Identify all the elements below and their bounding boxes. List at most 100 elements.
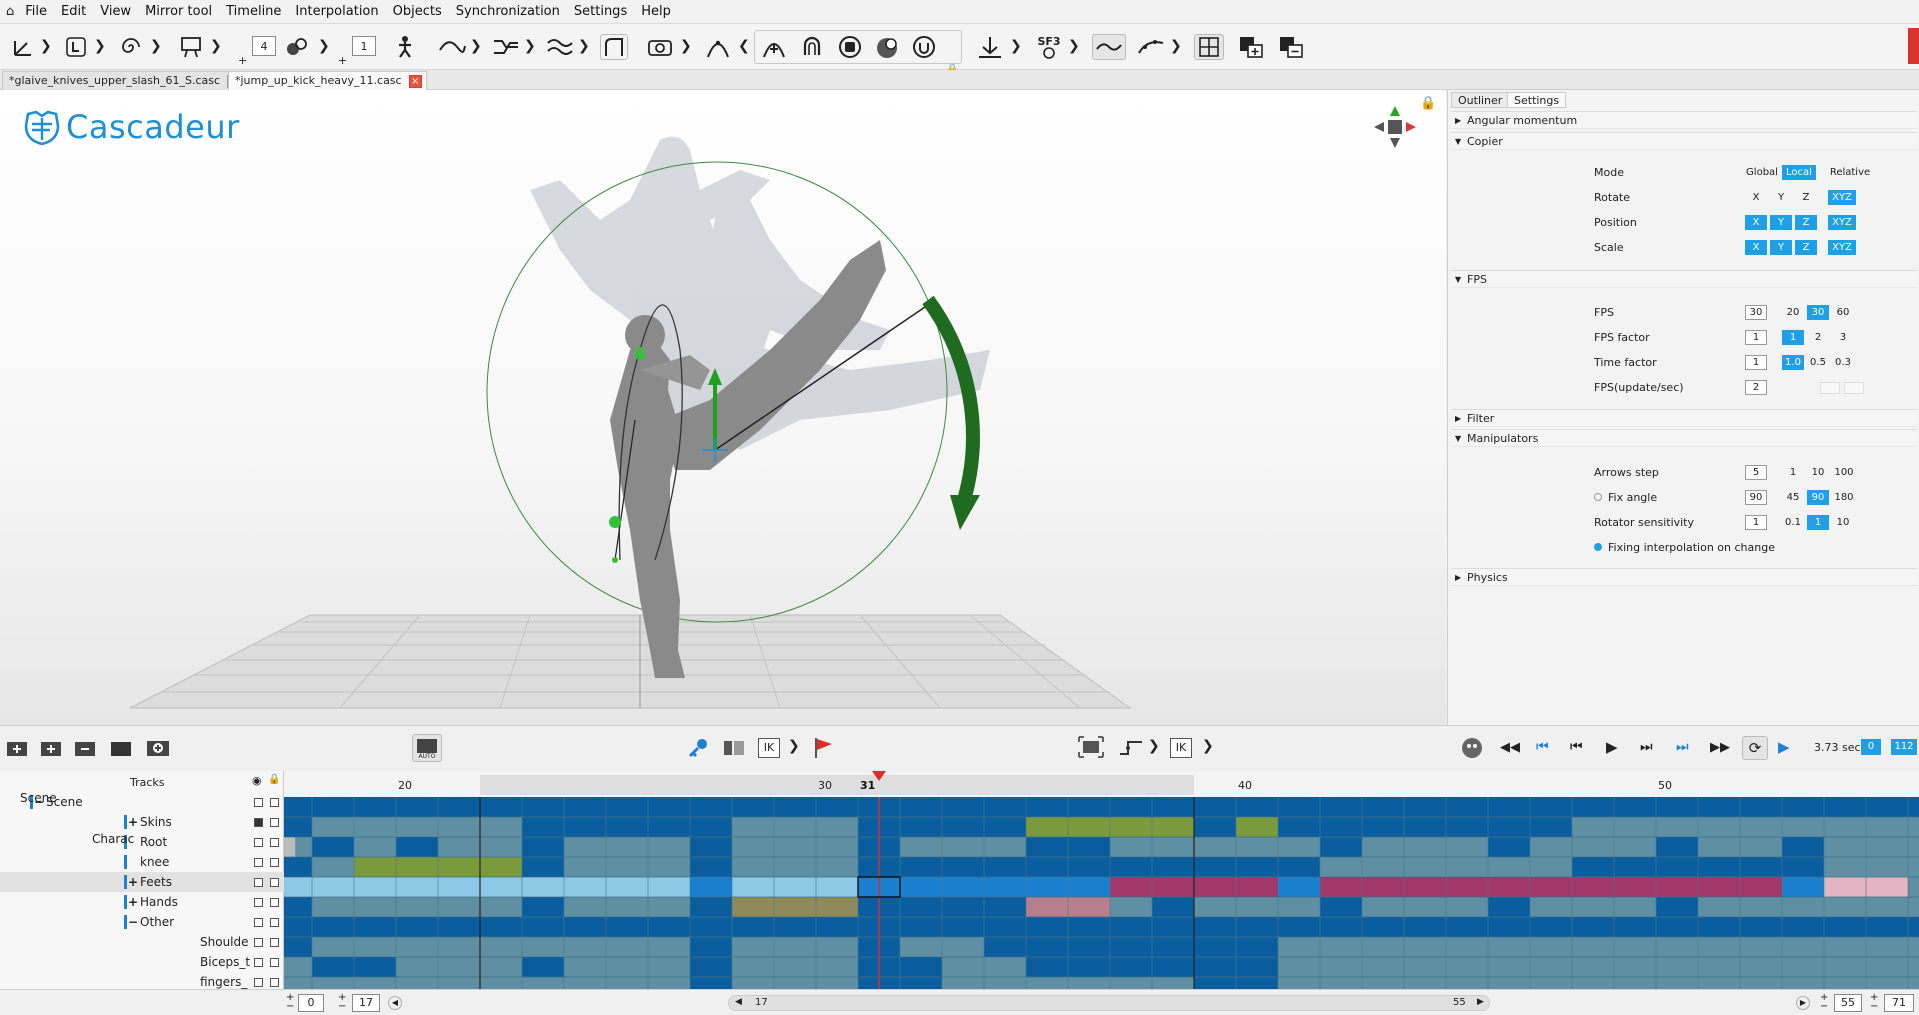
fps-input[interactable]: 30 (1745, 305, 1767, 320)
fit-view-icon[interactable] (1078, 736, 1104, 758)
chevron-right-icon[interactable]: ❯ (210, 38, 222, 54)
menu-synchronization[interactable]: Synchronization (449, 4, 567, 19)
chevron-right-icon[interactable]: ❯ (1068, 38, 1080, 54)
ik-arc-icon[interactable] (704, 34, 732, 60)
section-copier[interactable]: ▼ Copier (1451, 132, 1917, 150)
rotate-y[interactable]: Y (1770, 190, 1792, 205)
keyframe-cell[interactable] (690, 837, 732, 857)
track-row[interactable]: Shoulde (0, 932, 284, 952)
keyframe-cell[interactable] (1824, 797, 1866, 817)
red-flag-icon[interactable] (812, 736, 834, 760)
keyframe-cell[interactable] (284, 917, 1919, 937)
keyframe-cell[interactable] (690, 937, 732, 957)
keyframe-cell[interactable] (858, 817, 1572, 837)
menu-help[interactable]: Help (634, 4, 678, 19)
range-plus-minus-icon[interactable]: + − (286, 993, 294, 1012)
auto-key-button[interactable]: AUTO (412, 734, 442, 762)
keyframe-cell[interactable] (690, 897, 732, 917)
fps-20[interactable]: 20 (1782, 305, 1804, 320)
add-ik-icon[interactable] (760, 34, 788, 60)
track-lock-toggle[interactable] (270, 978, 279, 987)
fps-60[interactable]: 60 (1832, 305, 1854, 320)
step-input-1[interactable]: 4 (252, 36, 276, 56)
rotate-spiral-icon[interactable] (118, 34, 144, 60)
go-to-end-icon[interactable]: ⏭ (1676, 739, 1689, 755)
remove-track-icon[interactable] (74, 738, 96, 758)
section-physics[interactable]: ▶ Physics (1451, 568, 1917, 586)
track-row[interactable]: Biceps_t (0, 952, 284, 972)
keyframe-cell[interactable] (858, 857, 1320, 877)
keyframe-cell[interactable] (1152, 897, 1194, 917)
time-factor-1[interactable]: 1.0 (1782, 355, 1804, 370)
keyframe-cell[interactable] (1278, 877, 1320, 897)
prev-key-icon[interactable]: ⏮ (1570, 739, 1583, 755)
keyframe-cell[interactable] (1320, 797, 1362, 817)
loop-button[interactable]: ⟳ (1742, 736, 1768, 760)
sf3-tool-icon[interactable]: SF3 (1034, 34, 1064, 60)
range-total-input[interactable]: 71 (1884, 994, 1914, 1012)
brush-keys-icon[interactable] (284, 34, 310, 60)
keyframe-cell[interactable] (1320, 877, 1782, 897)
keyframe-cell[interactable] (732, 877, 858, 897)
chevron-right-icon[interactable]: ❯ (150, 38, 162, 54)
timeline-scrollbar[interactable]: ◀ 17 55 ▶ (728, 995, 1490, 1011)
chevron-right-icon[interactable]: ❯ (1202, 738, 1214, 754)
menu-view[interactable]: View (93, 4, 138, 19)
keyframe-cell[interactable] (1320, 837, 1362, 857)
menu-interpolation[interactable]: Interpolation (288, 4, 385, 19)
rotate-xyz[interactable]: XYZ (1828, 190, 1856, 205)
track-row[interactable]: Root (0, 832, 284, 852)
rotator-10[interactable]: 10 (1832, 515, 1854, 530)
onion-skin-icon[interactable] (1460, 736, 1484, 760)
menu-settings[interactable]: Settings (567, 4, 634, 19)
fix-angle-input[interactable]: 90 (1745, 490, 1767, 505)
lock-view-icon[interactable]: 🔒 (1420, 96, 1436, 111)
keyframe-cell[interactable] (284, 817, 312, 837)
keyframe-cell[interactable] (396, 837, 438, 857)
arrows-step-1[interactable]: 1 (1782, 465, 1804, 480)
interpolation-waves-icon[interactable] (546, 34, 574, 60)
range-plus-minus-icon[interactable]: + − (1870, 993, 1878, 1012)
file-tab-glaive[interactable]: *glaive_knives_upper_slash_61_S.casc × (2, 71, 246, 90)
track-row[interactable]: + Hands (0, 892, 284, 912)
scale-x[interactable]: X (1745, 240, 1767, 255)
track-visibility-toggle[interactable] (254, 818, 263, 827)
scroll-left-icon[interactable]: ◀ (735, 997, 742, 1007)
rotator-sensitivity-input[interactable]: 1 (1745, 515, 1767, 530)
ik-button-2[interactable]: IK (1170, 738, 1192, 758)
section-manipulators[interactable]: ▼ Manipulators (1451, 429, 1917, 447)
fixing-interpolation-radio[interactable] (1594, 543, 1602, 551)
chevron-right-icon[interactable]: ❯ (578, 38, 590, 54)
go-to-start-icon[interactable]: ⏮ (1536, 739, 1549, 755)
track-row[interactable]: + Skins (0, 812, 284, 832)
range-length-input[interactable]: 17 (352, 994, 380, 1012)
app-icon[interactable]: ⌂ (6, 4, 14, 19)
keyframe-cell[interactable] (522, 857, 564, 877)
position-x[interactable]: X (1745, 215, 1767, 230)
fix-angle-45[interactable]: 45 (1782, 490, 1804, 505)
keyframe-grid[interactable] (284, 797, 1919, 989)
chevron-right-icon[interactable]: ❯ (94, 38, 106, 54)
tab-settings[interactable]: Settings (1507, 92, 1567, 108)
visibility-icon[interactable]: ◉ (252, 774, 262, 787)
chevron-right-icon[interactable]: ❯ (1010, 38, 1022, 54)
timeline-grid[interactable]: 20 30 31 40 50 (284, 771, 1919, 989)
menu-objects[interactable]: Objects (386, 4, 449, 19)
expand-plus-icon[interactable]: + (128, 892, 138, 912)
time-factor-03[interactable]: 0.3 (1832, 355, 1854, 370)
scroll-right-icon[interactable]: ▶ (1477, 997, 1484, 1007)
track-row[interactable]: knee (0, 852, 284, 872)
menu-file[interactable]: File (18, 4, 54, 19)
keyframe-cell[interactable] (1782, 877, 1824, 897)
keyframe-cell[interactable] (284, 797, 291, 817)
scroll-right-icon[interactable]: ▶ (1796, 996, 1810, 1010)
track-lock-toggle[interactable] (270, 938, 279, 947)
keyframe-cell[interactable] (1656, 897, 1698, 917)
magnet-icon[interactable] (798, 34, 826, 60)
chevron-right-icon[interactable]: ❯ (40, 38, 52, 54)
fulcrum-icon[interactable] (910, 34, 938, 60)
side-collapse-tab[interactable] (1908, 28, 1919, 64)
add-track-icon[interactable] (40, 738, 62, 758)
add-folder-icon[interactable] (6, 738, 28, 758)
keyframe-cell[interactable] (1236, 817, 1278, 837)
